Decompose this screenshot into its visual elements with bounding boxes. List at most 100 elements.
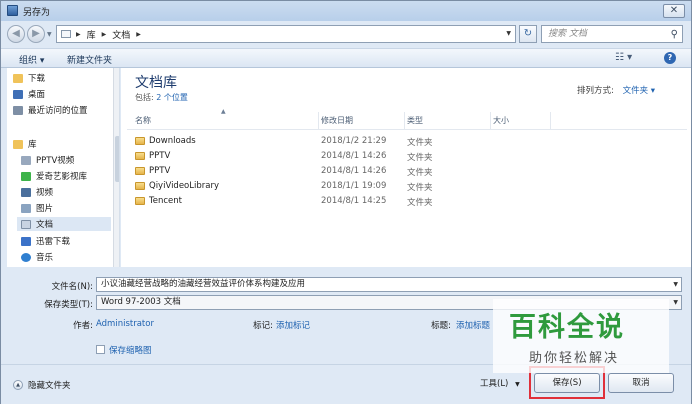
address-row: ◀ ▶ ▼ ▶ 库 ▶ 文档 ▶ ▼ ↻ 搜索 文档 ⚲	[1, 21, 691, 47]
watermark-title: 百科全说	[509, 312, 625, 343]
column-header-date[interactable]: 修改日期	[319, 112, 405, 129]
address-bar[interactable]: ▶ 库 ▶ 文档 ▶ ▼	[56, 25, 516, 43]
arrange-by-dropdown[interactable]: 文件夹 ▾	[623, 86, 655, 96]
breadcrumb-documents[interactable]: 文档	[112, 28, 130, 41]
chevron-down-icon: ▼	[515, 381, 520, 388]
videos-icon	[21, 187, 31, 197]
arrange-label: 排列方式:	[577, 86, 614, 96]
file-date: 2018/1/2 21:29	[321, 136, 387, 146]
tags-field[interactable]: 添加标记	[276, 319, 310, 331]
filename-dropdown-icon[interactable]: ▼	[673, 278, 678, 291]
hide-folders-toggle[interactable]: ▲ 隐藏文件夹	[13, 379, 71, 391]
video-library-icon	[21, 155, 31, 165]
file-list-pane: 文档库 包括: 2 个位置 排列方式: 文件夹 ▾ ▲ 名称 修改日期 类型 大…	[121, 68, 691, 267]
sidebar-item-pictures[interactable]: 图片	[21, 201, 53, 215]
save-thumbnail-label[interactable]: 保存缩略图	[109, 344, 152, 356]
sidebar-item-thunder-downloads[interactable]: 迅雷下载	[21, 234, 70, 248]
new-folder-button[interactable]: 新建文件夹	[67, 53, 112, 66]
title-label: 标题:	[431, 321, 451, 331]
file-row[interactable]: PPTV 2014/8/1 14:26 文件夹	[133, 164, 513, 179]
save-type-value: Word 97-2003 文档	[101, 297, 181, 307]
filename-value: 小议油藏经营战略的油藏经营效益评价体系构建及应用	[101, 279, 306, 289]
tools-menu-button[interactable]: 工具(L) ▼	[480, 377, 520, 389]
column-header-size[interactable]: 大小	[491, 112, 551, 129]
search-input[interactable]: 搜索 文档 ⚲	[541, 25, 683, 43]
scrollbar-thumb[interactable]	[115, 136, 119, 182]
author-field[interactable]: Administrator	[96, 319, 154, 329]
sidebar-item-iqiyi-library[interactable]: 爱奇艺影视库	[21, 169, 87, 183]
command-toolbar: 组织 ▾ 新建文件夹 ☷ ▾ ?	[1, 48, 691, 68]
sidebar-item-videos[interactable]: 视频	[21, 185, 53, 199]
sidebar-item-label: 桌面	[28, 90, 46, 100]
breadcrumb-library[interactable]: 库	[87, 28, 96, 41]
file-row[interactable]: Downloads 2018/1/2 21:29 文件夹	[133, 134, 513, 149]
includes-label: 包括:	[135, 93, 154, 102]
file-type: 文件夹	[407, 183, 433, 193]
music-icon	[21, 252, 31, 262]
filename-input[interactable]: 小议油藏经营战略的油藏经营效益评价体系构建及应用 ▼	[96, 277, 682, 292]
folder-icon	[135, 182, 145, 190]
sidebar-item-recent-places[interactable]: 最近访问的位置	[13, 103, 88, 117]
file-name: PPTV	[149, 151, 171, 161]
back-button[interactable]: ◀	[7, 25, 25, 43]
save-type-label: 保存类型(T):	[44, 300, 93, 310]
file-row[interactable]: PPTV 2014/8/1 14:26 文件夹	[133, 149, 513, 164]
save-type-dropdown-icon[interactable]: ▼	[673, 296, 678, 309]
file-name: Downloads	[149, 136, 196, 146]
folder-icon	[135, 197, 145, 205]
sidebar-item-documents[interactable]: 文档	[17, 217, 111, 231]
sidebar-item-desktop[interactable]: 桌面	[13, 87, 45, 101]
sidebar-item-pptv-video[interactable]: PPTV视频	[21, 153, 74, 167]
arrange-by: 排列方式: 文件夹 ▾	[577, 84, 655, 96]
sidebar-scrollbar[interactable]	[113, 68, 119, 267]
chevron-right-icon[interactable]: ▶	[136, 31, 141, 38]
navigation-pane: 下载 桌面 最近访问的位置 库 PPTV视频 爱奇艺影视库 视频 图片 文档 迅…	[7, 68, 120, 267]
tags-label: 标记:	[253, 321, 273, 331]
organize-button[interactable]: 组织 ▾	[19, 53, 44, 66]
sidebar-item-label: 迅雷下载	[36, 237, 71, 247]
cancel-button[interactable]: 取消	[608, 373, 674, 393]
forward-button[interactable]: ▶	[27, 25, 45, 43]
address-dropdown-icon[interactable]: ▼	[506, 30, 511, 37]
watermark-subtitle: 助你轻松解决	[529, 351, 620, 366]
thunder-download-icon	[21, 236, 31, 246]
close-button[interactable]: ✕	[663, 4, 685, 18]
desktop-icon	[13, 89, 23, 99]
sidebar-item-music[interactable]: 音乐	[21, 250, 53, 264]
includes-locations-link[interactable]: 2 个位置	[156, 93, 188, 102]
sidebar-item-libraries[interactable]: 库	[13, 137, 37, 151]
save-thumbnail-checkbox[interactable]	[96, 345, 105, 354]
chevron-right-icon[interactable]: ▶	[76, 31, 81, 38]
view-options-icon[interactable]: ☷ ▾	[615, 52, 632, 63]
file-date: 2014/8/1 14:26	[321, 151, 387, 161]
file-name: QiyiVideoLibrary	[149, 181, 219, 191]
tools-label: 工具(L)	[480, 379, 509, 389]
column-header-name[interactable]: 名称	[133, 112, 319, 129]
file-row[interactable]: QiyiVideoLibrary 2018/1/1 19:09 文件夹	[133, 179, 513, 194]
sidebar-item-label: 音乐	[36, 253, 54, 263]
sidebar-item-label: 爱奇艺影视库	[36, 172, 88, 182]
file-type: 文件夹	[407, 198, 433, 208]
refresh-button[interactable]: ↻	[519, 25, 537, 43]
library-title: 文档库	[135, 75, 177, 91]
file-row[interactable]: Tencent 2014/8/1 14:25 文件夹	[133, 194, 513, 209]
author-label: 作者:	[73, 321, 93, 331]
file-type: 文件夹	[407, 153, 433, 163]
filename-label: 文件名(N):	[51, 282, 93, 292]
chevron-right-icon[interactable]: ▶	[102, 31, 107, 38]
file-date: 2018/1/1 19:09	[321, 181, 387, 191]
chevron-up-icon: ▲	[13, 380, 23, 390]
file-name: Tencent	[149, 196, 182, 206]
sidebar-item-downloads[interactable]: 下载	[13, 71, 45, 85]
word-app-icon	[7, 5, 18, 16]
column-header-type[interactable]: 类型	[405, 112, 491, 129]
file-type: 文件夹	[407, 168, 433, 178]
download-folder-icon	[13, 73, 23, 83]
window-title: 另存为	[23, 8, 51, 18]
folder-icon	[61, 30, 71, 38]
header-divider	[127, 129, 687, 130]
search-icon[interactable]: ⚲	[671, 27, 678, 43]
recent-pages-dropdown-icon[interactable]: ▼	[47, 31, 52, 38]
help-icon[interactable]: ?	[664, 52, 676, 64]
title-field[interactable]: 添加标题	[456, 319, 490, 331]
